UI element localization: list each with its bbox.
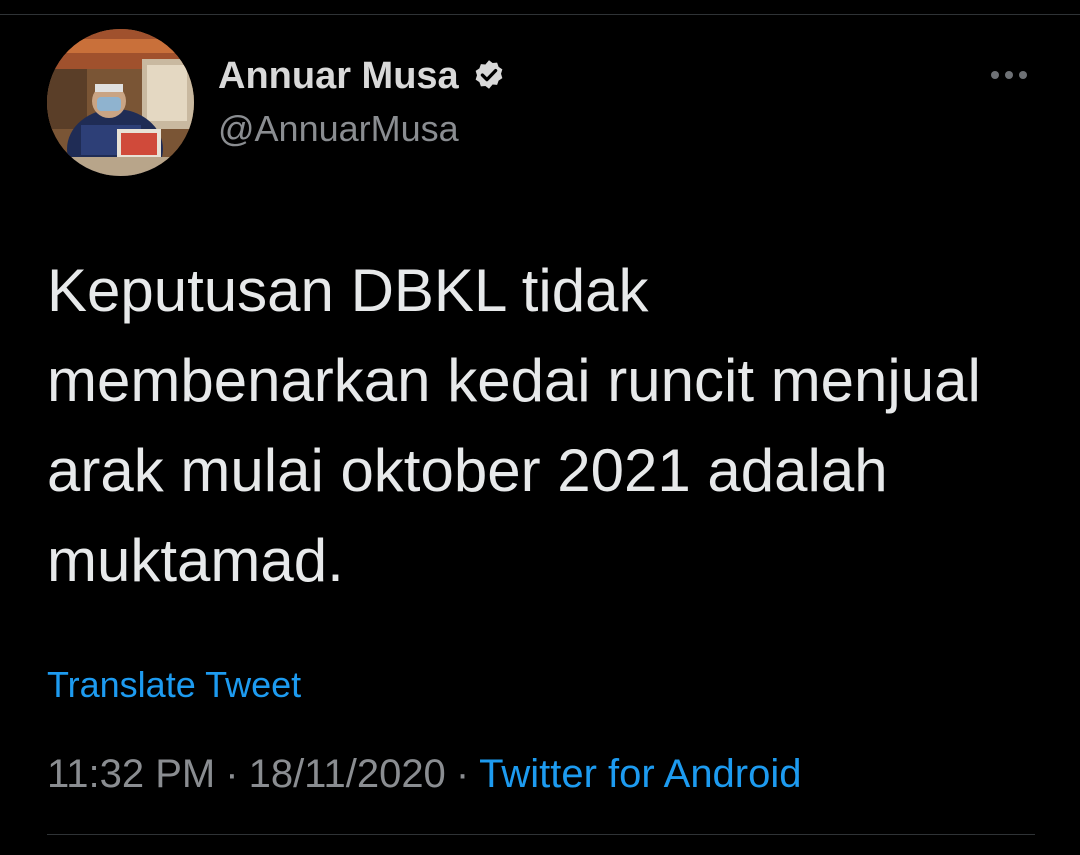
tweet-time[interactable]: 11:32 PM xyxy=(47,752,215,796)
meta-separator: · xyxy=(225,752,239,796)
tweet-text: Keputusan DBKL tidak membenarkan kedai r… xyxy=(47,246,1037,606)
author-handle[interactable]: @AnnuarMusa xyxy=(218,108,459,150)
author-display-name[interactable]: Annuar Musa xyxy=(218,54,459,98)
more-dot xyxy=(1019,71,1027,79)
tweet-meta: 11:32 PM · 18/11/2020 · Twitter for Android xyxy=(47,751,802,797)
tweet-text-line: Keputusan DBKL tidak xyxy=(47,257,649,324)
meta-separator: · xyxy=(455,752,470,796)
tweet-text-line: membenarkan kedai runcit menjual xyxy=(47,347,981,414)
tweet-text-line: arak mulai oktober 2021 adalah xyxy=(47,437,888,504)
top-divider xyxy=(0,14,1080,15)
more-horizontal-icon[interactable] xyxy=(982,62,1036,88)
tweet-date[interactable]: 18/11/2020 xyxy=(249,752,446,796)
more-dot xyxy=(1005,71,1013,79)
profile-photo-icon xyxy=(47,29,194,176)
tweet-text-line: muktamad. xyxy=(47,527,344,594)
tweet-source-link[interactable]: Twitter for Android xyxy=(479,752,801,796)
bottom-divider xyxy=(47,834,1035,835)
translate-tweet-link[interactable]: Translate Tweet xyxy=(47,664,301,706)
verified-badge-icon xyxy=(475,60,503,89)
author-name[interactable]: Annuar Musa xyxy=(218,54,507,98)
avatar[interactable] xyxy=(47,29,194,176)
more-dot xyxy=(991,71,999,79)
